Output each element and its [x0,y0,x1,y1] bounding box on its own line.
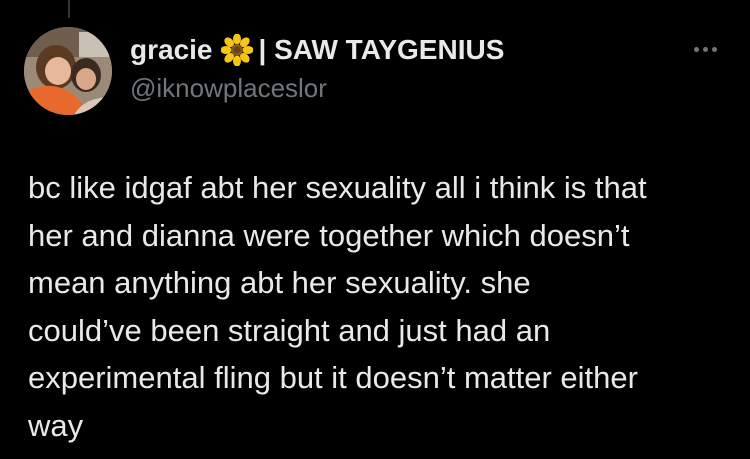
thread-connector-line [68,0,70,18]
tweet-text-line: her and dianna were together which doesn… [28,217,630,253]
tweet-text-line: experimental fling but it doesn’t matter… [28,360,638,395]
tweet-text-line: could’ve been straight and just had an [28,312,551,348]
display-name[interactable]: gracie [130,34,213,66]
tweet-text-line: way [28,407,84,443]
display-name-suffix[interactable]: | SAW TAYGENIUS [259,34,505,66]
avatar[interactable] [24,27,112,115]
user-handle[interactable]: @iknowplaceslor [130,72,670,104]
tweet-text-line: bc like idgaf abt her sexuality all i th… [28,170,647,205]
name-row: gracie | SAW TAYGENIUS [130,32,670,68]
more-horizontal-icon [693,46,717,52]
tweet-text-line: mean anything abt her sexuality. she [28,265,531,300]
tweet-card: gracie | SAW TAYGENIUS @iknowplaceslor b… [0,0,750,459]
sunflower-icon [220,33,253,67]
user-info: gracie | SAW TAYGENIUS @iknowplaceslor [130,32,670,104]
more-options-button[interactable] [688,34,722,64]
tweet-text: bc like idgaf abt her sexuality all i th… [28,164,738,449]
profile-photo [24,27,112,115]
